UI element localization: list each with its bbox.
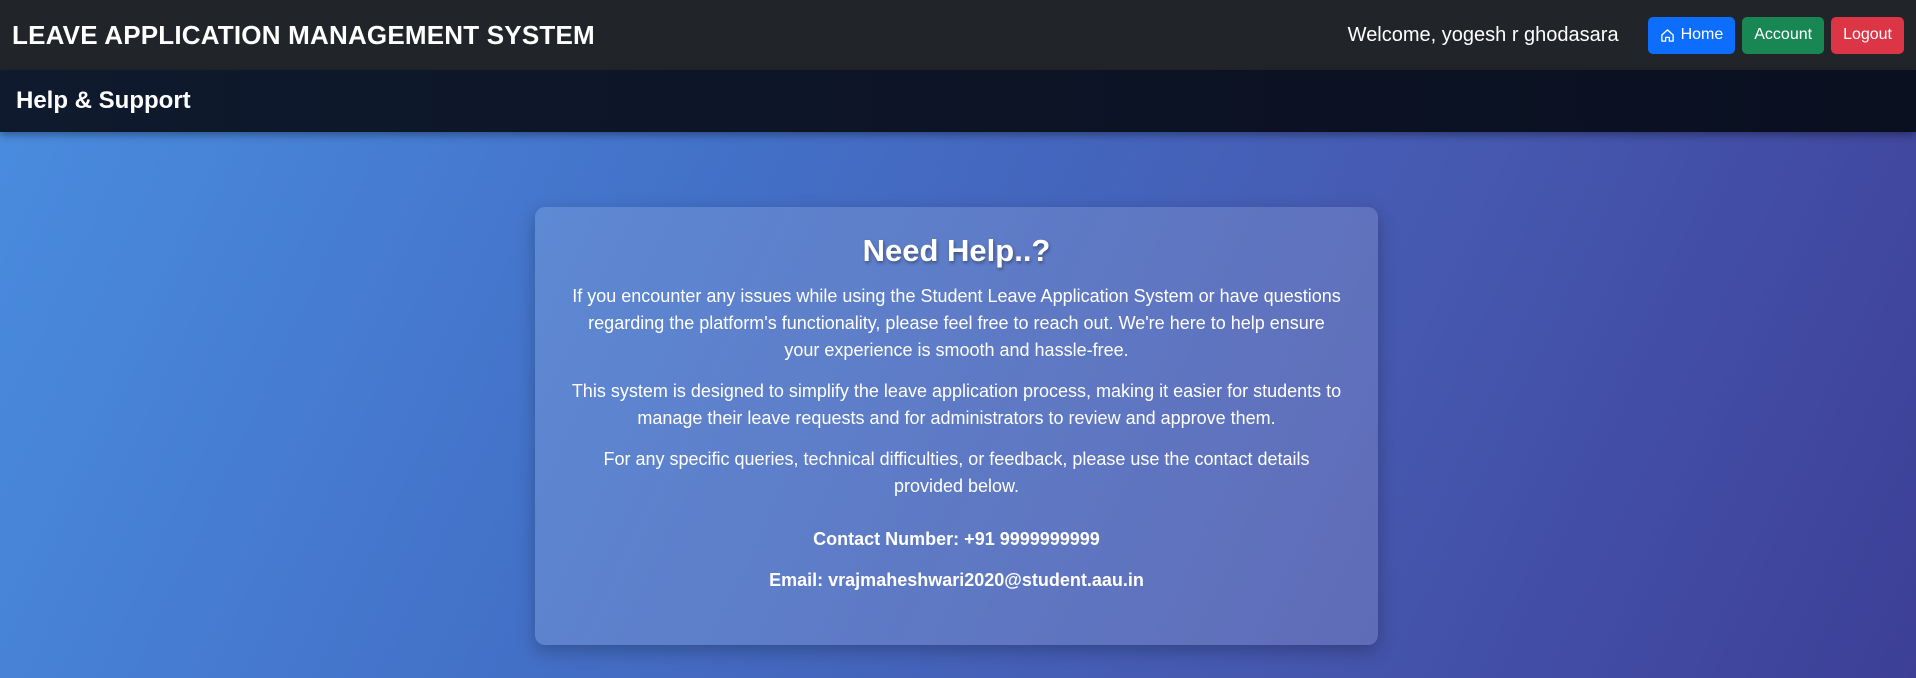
help-card: Need Help..? If you encounter any issues… <box>535 207 1378 645</box>
help-heading: Need Help..? <box>862 233 1051 268</box>
help-paragraph-2: This system is designed to simplify the … <box>571 381 1342 428</box>
logout-button[interactable]: Logout <box>1831 16 1904 54</box>
home-button-label: Home <box>1680 26 1724 43</box>
help-paragraph-1: If you encounter any issues while using … <box>572 286 1341 360</box>
account-button[interactable]: Account <box>1742 16 1825 54</box>
home-button[interactable]: Home <box>1647 16 1736 54</box>
home-icon <box>1660 28 1674 42</box>
page-title: Help & Support <box>16 87 191 114</box>
page-header: Help & Support <box>0 70 1916 132</box>
app-title: LEAVE APPLICATION MANAGEMENT SYSTEM <box>12 19 595 50</box>
welcome-text: Welcome, yogesh r ghodasara <box>1347 23 1619 46</box>
top-navbar: LEAVE APPLICATION MANAGEMENT SYSTEM Welc… <box>0 0 1916 70</box>
help-paragraph-3: For any specific queries, technical diff… <box>603 449 1310 496</box>
navbar-right: Welcome, yogesh r ghodasara Home Account… <box>1347 16 1904 54</box>
contact-email: Email: vrajmaheshwari2020@student.aau.in <box>769 570 1144 590</box>
contact-number: Contact Number: +91 9999999999 <box>813 529 1100 549</box>
